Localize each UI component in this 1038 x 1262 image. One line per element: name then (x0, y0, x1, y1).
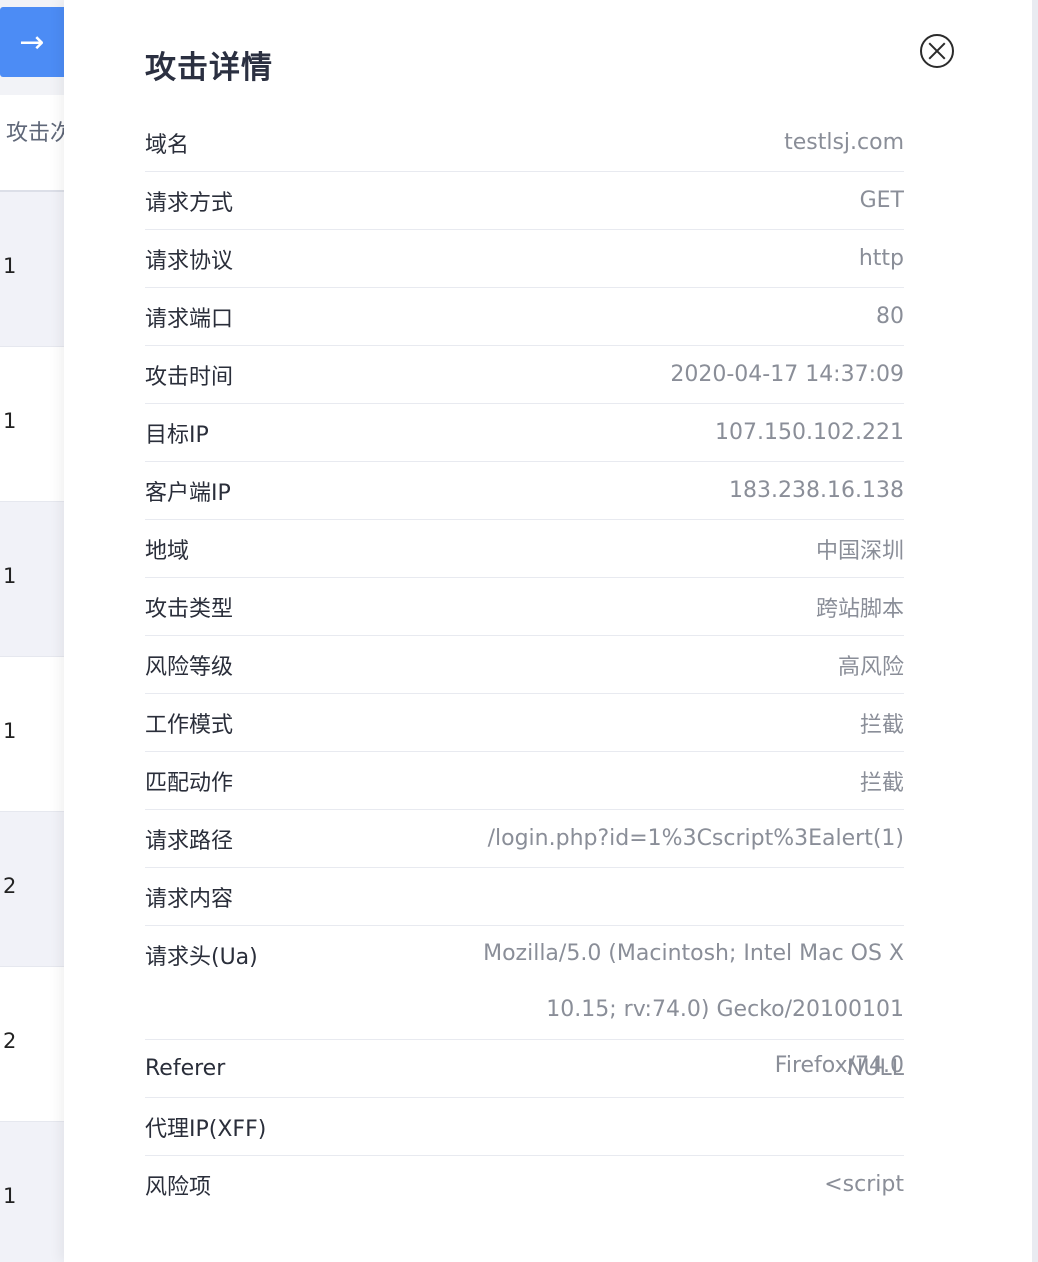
detail-value: 中国深圳 (815, 538, 904, 564)
detail-label: 攻击类型 (145, 596, 234, 622)
detail-list: 域名 testlsj.com 请求方式 GET 请求协议 http 请求端口 8… (145, 114, 904, 1213)
detail-label: 请求端口 (145, 306, 234, 332)
detail-value: 80 (876, 304, 904, 329)
detail-label: 攻击时间 (145, 364, 234, 390)
detail-row-port: 请求端口 80 (145, 288, 904, 346)
table-cell-count: 1 (3, 409, 17, 433)
expand-button[interactable]: → (0, 7, 64, 77)
table-cell-count: 1 (3, 719, 17, 743)
close-circle-icon[interactable] (920, 34, 954, 68)
detail-value: 拦截 (859, 770, 904, 796)
detail-label: 工作模式 (145, 712, 234, 738)
drawer-title: 攻击详情 (145, 50, 273, 86)
detail-label: 风险项 (145, 1174, 212, 1200)
table-row[interactable]: 1 (0, 192, 64, 347)
detail-value: NULL (846, 1056, 904, 1081)
detail-row-risk-item: 风险项 <script (145, 1156, 904, 1213)
detail-row-method: 请求方式 GET (145, 172, 904, 230)
detail-label: 匹配动作 (145, 770, 234, 796)
detail-value: testlsj.com (784, 130, 904, 155)
detail-row-request-body: 请求内容 (145, 868, 904, 926)
detail-label: 请求方式 (145, 190, 234, 216)
detail-row-target-ip: 目标IP 107.150.102.221 (145, 404, 904, 462)
table-cell-count: 1 (3, 254, 17, 278)
detail-value: 高风险 (837, 654, 904, 680)
detail-row-risk-level: 风险等级 高风险 (145, 636, 904, 694)
detail-value: 跨站脚本 (815, 596, 904, 622)
detail-label: 请求头(Ua) (145, 945, 258, 970)
table-cell-count: 1 (3, 1184, 17, 1208)
detail-label: 请求路径 (145, 828, 234, 854)
table-row[interactable]: 1 (0, 347, 64, 502)
detail-label: 域名 (145, 132, 190, 158)
detail-row-work-mode: 工作模式 拦截 (145, 694, 904, 752)
column-header-label: 攻击次 (6, 121, 73, 146)
detail-label: 风险等级 (145, 654, 234, 680)
table-column-header: 攻击次 (0, 95, 72, 192)
detail-row-proxy-ip: 代理IP(XFF) (145, 1098, 904, 1156)
detail-row-region: 地域 中国深圳 (145, 520, 904, 578)
detail-value: /login.php?id=1%3Cscript%3Ealert(1) (487, 826, 904, 851)
scrollbar-track[interactable] (1032, 0, 1038, 1262)
detail-value: Mozilla/5.0 (Macintosh; Intel Mac OS X 1… (483, 941, 904, 1078)
detail-value: GET (859, 188, 904, 213)
detail-label: 目标IP (145, 422, 209, 448)
detail-label: 请求协议 (145, 248, 234, 274)
detail-row-user-agent: 请求头(Ua) Mozilla/5.0 (Macintosh; Intel Ma… (145, 926, 904, 1078)
detail-value: 107.150.102.221 (715, 420, 904, 445)
attack-detail-drawer: 攻击详情 域名 testlsj.com 请求方式 GET 请求协议 http 请… (64, 0, 1032, 1262)
table-body: 1 1 1 1 2 2 1 (0, 192, 64, 1262)
detail-row-attack-time: 攻击时间 2020-04-17 14:37:09 (145, 346, 904, 404)
detail-label: 地域 (145, 538, 190, 564)
table-row[interactable]: 1 (0, 502, 64, 657)
arrow-right-icon: → (19, 24, 45, 60)
detail-row-client-ip: 客户端IP 183.238.16.138 (145, 462, 904, 520)
table-row[interactable]: 1 (0, 1122, 64, 1262)
detail-label: Referer (145, 1056, 226, 1081)
detail-row-match-action: 匹配动作 拦截 (145, 752, 904, 810)
detail-label: 代理IP(XFF) (145, 1116, 267, 1142)
detail-row-domain: 域名 testlsj.com (145, 114, 904, 172)
detail-row-protocol: 请求协议 http (145, 230, 904, 288)
detail-label: 请求内容 (145, 886, 234, 912)
detail-value: 183.238.16.138 (729, 478, 904, 503)
table-cell-count: 2 (3, 1029, 17, 1053)
detail-row-request-path: 请求路径 /login.php?id=1%3Cscript%3Ealert(1) (145, 810, 904, 868)
page: → 攻击次 1 1 1 1 2 2 1 攻击详情 域名 testlsj.com … (0, 0, 1038, 1262)
detail-label: 客户端IP (145, 480, 231, 506)
table-row[interactable]: 2 (0, 967, 64, 1122)
detail-row-attack-type: 攻击类型 跨站脚本 (145, 578, 904, 636)
detail-value: 拦截 (859, 712, 904, 738)
table-cell-count: 1 (3, 564, 17, 588)
table-cell-count: 2 (3, 874, 17, 898)
detail-value: http (858, 246, 904, 271)
table-row[interactable]: 2 (0, 812, 64, 967)
table-row[interactable]: 1 (0, 657, 64, 812)
detail-value: 2020-04-17 14:37:09 (670, 362, 904, 387)
detail-value: <script (824, 1172, 904, 1197)
